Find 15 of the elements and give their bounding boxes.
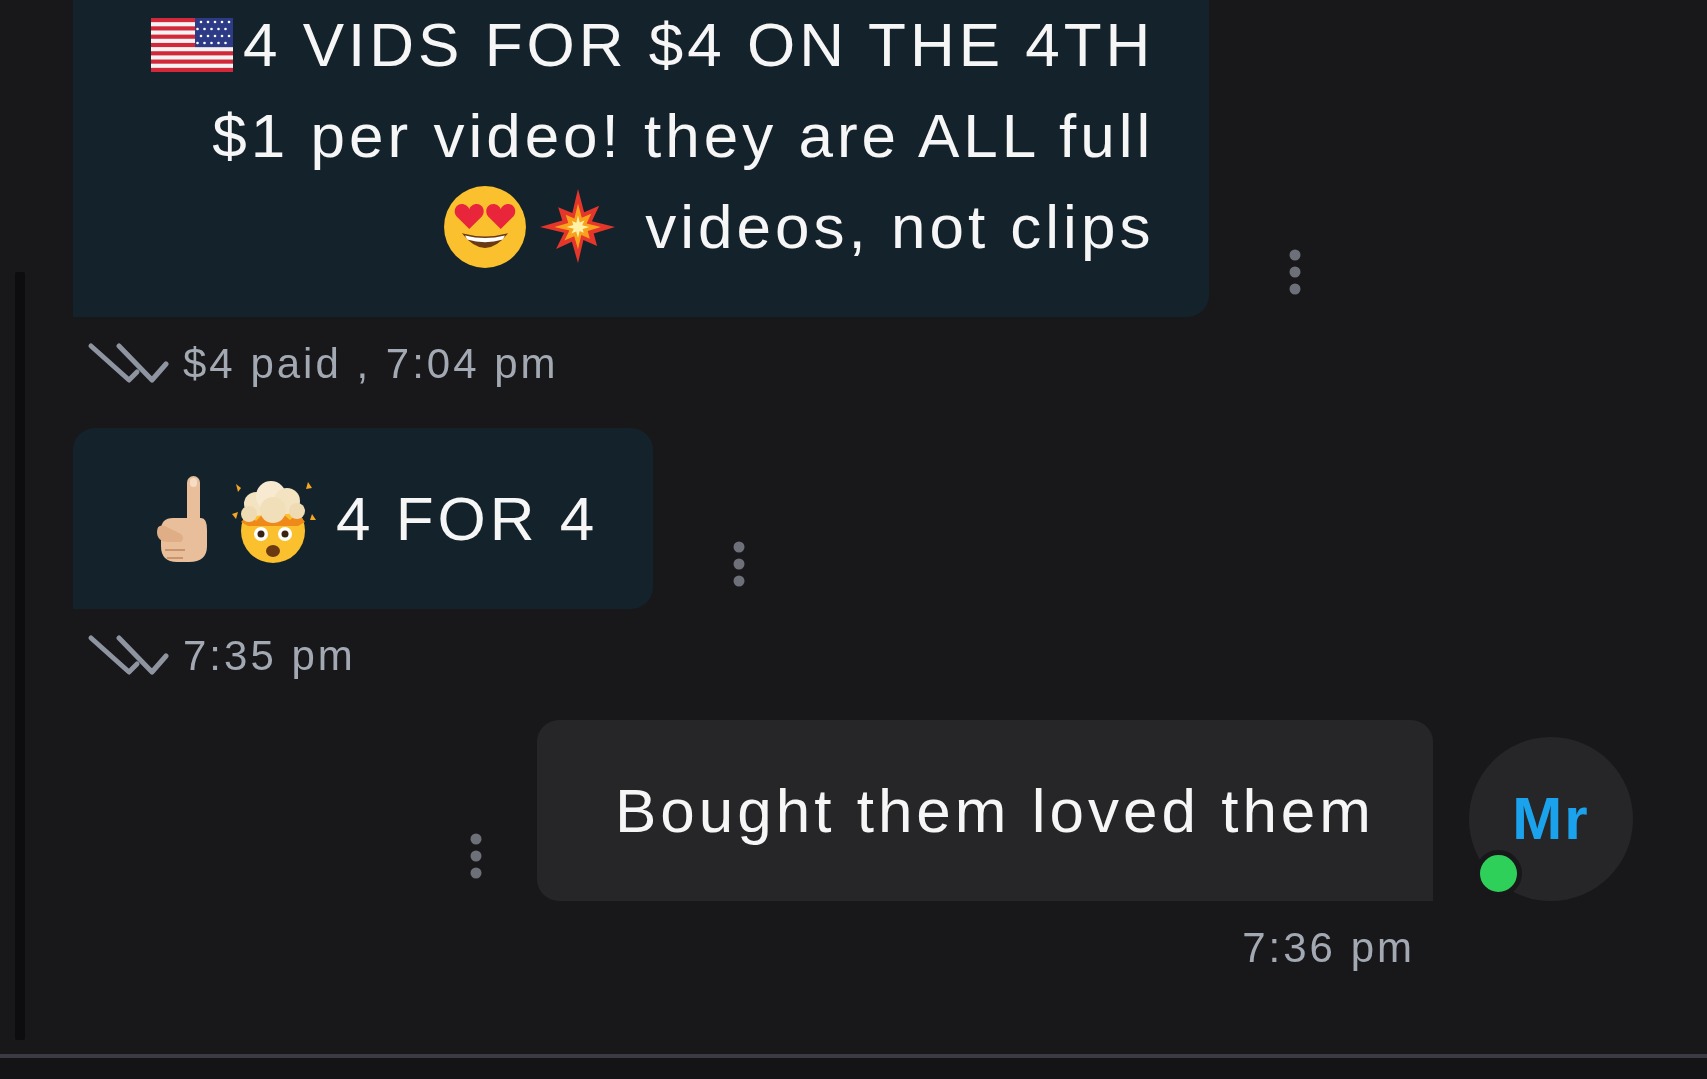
flag-icon — [151, 17, 233, 72]
message-timestamp: 7:35 pm — [183, 633, 356, 679]
more-options-icon[interactable] — [733, 541, 746, 587]
message-text: $1 per video! they are ALL full — [212, 100, 1155, 172]
avatar[interactable]: Mr — [1469, 737, 1633, 901]
more-options-icon[interactable] — [1289, 249, 1302, 295]
message-timestamp: $4 paid , 7:04 pm — [183, 341, 559, 387]
message-text: Bought them loved them — [614, 775, 1375, 847]
message-text: videos, not clips — [645, 191, 1155, 263]
message-timestamp: 7:36 pm — [1242, 925, 1415, 971]
heart-eyes-emoji-icon — [443, 184, 528, 269]
more-options-icon[interactable] — [469, 833, 482, 879]
message-text: 4 FOR 4 — [336, 483, 599, 555]
avatar-initials: Mr — [1512, 789, 1590, 849]
message-text: 4 VIDS FOR $4 ON THE 4TH — [243, 9, 1155, 81]
